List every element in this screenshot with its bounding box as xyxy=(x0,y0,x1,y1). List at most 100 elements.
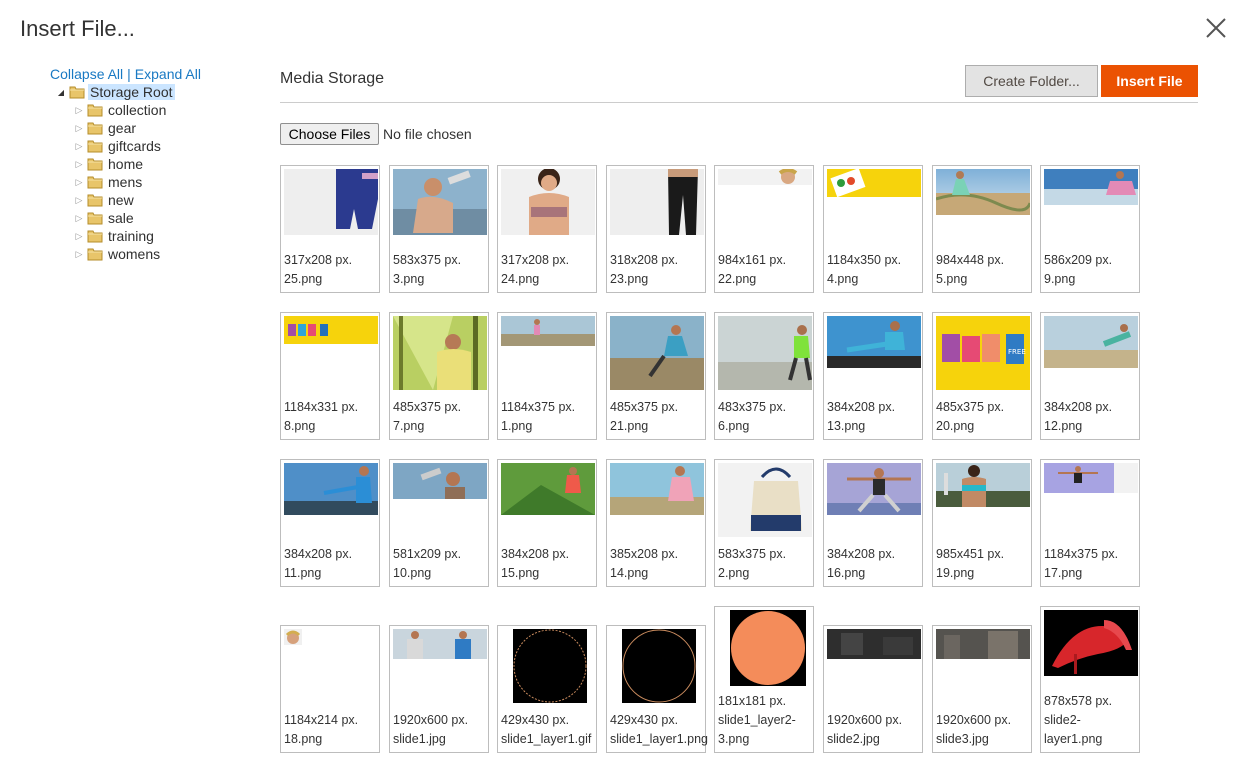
file-thumbnail[interactable] xyxy=(393,463,487,499)
file-thumbnail[interactable] xyxy=(936,629,1030,659)
file-tile[interactable]: 1184x375 px. 17.png xyxy=(1040,459,1140,587)
file-tile[interactable]: 181x181 px. slide1_layer2- 3.png xyxy=(714,606,814,753)
expanded-triangle-icon[interactable]: ◢ xyxy=(54,85,68,99)
file-tile[interactable]: 1920x600 px. slide2.jpg xyxy=(823,625,923,753)
file-tile[interactable]: 1920x600 px. slide3.jpg xyxy=(932,625,1032,753)
tree-folder-label[interactable]: training xyxy=(106,228,156,244)
collapse-all-link[interactable]: Collapse All xyxy=(50,66,123,82)
file-thumbnail[interactable] xyxy=(1044,463,1138,493)
tree-root[interactable]: ◢ Storage Root xyxy=(54,83,175,101)
file-tile[interactable]: 1184x331 px. 8.png xyxy=(280,312,380,440)
tree-folder-label[interactable]: new xyxy=(106,192,136,208)
file-tile[interactable]: 384x208 px. 13.png xyxy=(823,312,923,440)
collapsed-triangle-icon[interactable]: ▷ xyxy=(72,175,86,189)
file-thumbnail[interactable] xyxy=(610,629,704,703)
collapsed-triangle-icon[interactable]: ▷ xyxy=(72,139,86,153)
create-folder-button[interactable]: Create Folder... xyxy=(965,65,1098,97)
tree-folder-item[interactable]: ▷ gear xyxy=(54,119,175,137)
tree-folder-item[interactable]: ▷ collection xyxy=(54,101,175,119)
file-thumbnail[interactable] xyxy=(393,316,487,390)
file-thumbnail[interactable] xyxy=(610,169,704,235)
file-thumbnail[interactable]: FREE xyxy=(936,316,1030,390)
collapsed-triangle-icon[interactable]: ▷ xyxy=(72,103,86,117)
choose-files-button[interactable]: Choose Files xyxy=(280,123,379,145)
file-thumbnail[interactable] xyxy=(393,629,487,659)
file-tile[interactable]: 385x208 px. 14.png xyxy=(606,459,706,587)
file-thumbnail[interactable] xyxy=(284,169,378,235)
file-thumbnail[interactable] xyxy=(393,169,487,235)
file-thumbnail[interactable] xyxy=(1044,610,1138,676)
tree-folder-item[interactable]: ▷ home xyxy=(54,155,175,173)
tree-folder-item[interactable]: ▷ womens xyxy=(54,245,175,263)
file-tile[interactable]: 384x208 px. 15.png xyxy=(497,459,597,587)
file-thumbnail[interactable] xyxy=(718,610,812,686)
tree-folder-label[interactable]: gear xyxy=(106,120,138,136)
file-tile[interactable]: 583x375 px. 3.png xyxy=(389,165,489,293)
file-thumbnail[interactable] xyxy=(936,463,1030,507)
tree-folder-label[interactable]: home xyxy=(106,156,145,172)
tree-folder-item[interactable]: ▷ training xyxy=(54,227,175,245)
file-tile[interactable]: 581x209 px. 10.png xyxy=(389,459,489,587)
file-tile[interactable]: 384x208 px. 12.png xyxy=(1040,312,1140,440)
file-tile[interactable]: 586x209 px. 9.png xyxy=(1040,165,1140,293)
file-thumbnail[interactable] xyxy=(718,463,812,537)
file-tile[interactable]: 984x448 px. 5.png xyxy=(932,165,1032,293)
file-tile[interactable]: 317x208 px. 25.png xyxy=(280,165,380,293)
file-thumbnail[interactable] xyxy=(827,629,921,659)
file-tile[interactable]: 485x375 px. 21.png xyxy=(606,312,706,440)
file-tile[interactable]: 1920x600 px. slide1.jpg xyxy=(389,625,489,753)
file-thumbnail[interactable] xyxy=(827,316,921,368)
file-tile[interactable]: 878x578 px. slide2- layer1.png xyxy=(1040,606,1140,753)
tree-folder-item[interactable]: ▷ new xyxy=(54,191,175,209)
expand-all-link[interactable]: Expand All xyxy=(135,66,201,82)
file-thumbnail[interactable] xyxy=(610,316,704,390)
file-thumbnail[interactable] xyxy=(501,316,595,346)
file-thumbnail[interactable] xyxy=(610,463,704,515)
collapsed-triangle-icon[interactable]: ▷ xyxy=(72,193,86,207)
file-tile[interactable]: 583x375 px. 2.png xyxy=(714,459,814,587)
tree-folder-label[interactable]: giftcards xyxy=(106,138,163,154)
file-thumbnail[interactable] xyxy=(827,169,921,197)
file-tile[interactable]: 1184x214 px. 18.png xyxy=(280,625,380,753)
file-tile[interactable]: 1184x350 px. 4.png xyxy=(823,165,923,293)
file-thumbnail[interactable] xyxy=(284,316,378,344)
file-tile[interactable]: 485x375 px. 7.png xyxy=(389,312,489,440)
file-tile[interactable]: 318x208 px. 23.png xyxy=(606,165,706,293)
tree-folder-label[interactable]: mens xyxy=(106,174,144,190)
file-thumbnail[interactable] xyxy=(284,629,378,645)
file-tile[interactable]: 429x430 px. slide1_layer1.png xyxy=(606,625,708,753)
close-icon[interactable] xyxy=(1204,16,1228,40)
file-thumbnail[interactable] xyxy=(1044,316,1138,368)
file-thumbnail[interactable] xyxy=(1044,169,1138,205)
tree-folder-label[interactable]: collection xyxy=(106,102,168,118)
collapsed-triangle-icon[interactable]: ▷ xyxy=(72,211,86,225)
insert-file-button[interactable]: Insert File xyxy=(1101,65,1198,97)
file-thumbnail[interactable] xyxy=(718,169,812,185)
tree-root-label[interactable]: Storage Root xyxy=(88,84,175,100)
file-thumbnail[interactable] xyxy=(501,629,595,703)
file-thumbnail[interactable] xyxy=(501,169,595,235)
file-tile[interactable]: 985x451 px. 19.png xyxy=(932,459,1032,587)
file-thumbnail[interactable] xyxy=(284,463,378,515)
file-tile[interactable]: 984x161 px. 22.png xyxy=(714,165,814,293)
tree-folder-label[interactable]: womens xyxy=(106,246,162,262)
file-thumbnail[interactable] xyxy=(501,463,595,515)
collapsed-triangle-icon[interactable]: ▷ xyxy=(72,229,86,243)
file-tile[interactable]: FREE 485x375 px. 20.png xyxy=(932,312,1032,440)
collapsed-triangle-icon[interactable]: ▷ xyxy=(72,121,86,135)
file-tile[interactable]: 384x208 px. 16.png xyxy=(823,459,923,587)
file-tile[interactable]: 317x208 px. 24.png xyxy=(497,165,597,293)
tree-folder-item[interactable]: ▷ giftcards xyxy=(54,137,175,155)
tree-folder-item[interactable]: ▷ sale xyxy=(54,209,175,227)
file-tile[interactable]: 384x208 px. 11.png xyxy=(280,459,380,587)
file-thumbnail[interactable] xyxy=(827,463,921,515)
file-tile[interactable]: 429x430 px. slide1_layer1.gif xyxy=(497,625,597,753)
tree-folder-label[interactable]: sale xyxy=(106,210,136,226)
file-thumbnail[interactable] xyxy=(718,316,812,390)
file-tile[interactable]: 483x375 px. 6.png xyxy=(714,312,814,440)
file-thumbnail[interactable] xyxy=(936,169,1030,215)
collapsed-triangle-icon[interactable]: ▷ xyxy=(72,247,86,261)
tree-folder-item[interactable]: ▷ mens xyxy=(54,173,175,191)
collapsed-triangle-icon[interactable]: ▷ xyxy=(72,157,86,171)
file-tile[interactable]: 1184x375 px. 1.png xyxy=(497,312,597,440)
